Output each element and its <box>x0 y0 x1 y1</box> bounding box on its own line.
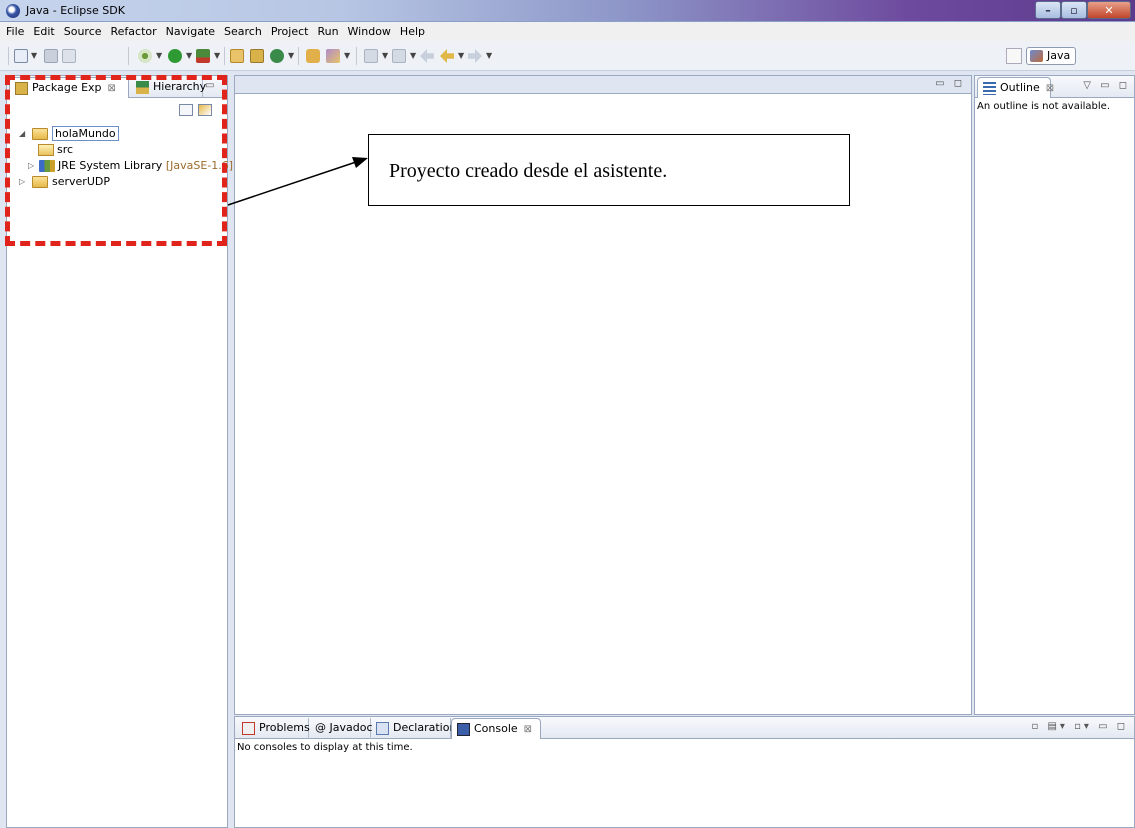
menu-window[interactable]: Window <box>348 25 391 38</box>
java-perspective-button[interactable]: Java <box>1026 47 1077 65</box>
window-controls: – ▫ ✕ <box>1035 1 1131 19</box>
chevron-down-icon[interactable]: ▼ <box>410 51 416 60</box>
outline-message: An outline is not available. <box>977 101 1110 112</box>
toolbar-separator <box>298 47 299 65</box>
close-icon[interactable]: ⊠ <box>524 724 532 735</box>
annotation-callout: Proyecto creado desde el asistente. <box>368 134 850 206</box>
toolbar-separator <box>8 47 9 65</box>
outline-view: Outline ⊠ ▽ ▭ ◻ An outline is not availab… <box>974 75 1135 715</box>
search-icon[interactable] <box>326 49 340 63</box>
outline-icon <box>983 82 996 95</box>
minimize-button[interactable]: – <box>1035 1 1061 19</box>
outline-view-controls[interactable]: ▽ ▭ ◻ <box>1083 80 1130 91</box>
save-icon[interactable] <box>44 49 58 63</box>
eclipse-icon <box>6 4 20 18</box>
next-annotation-icon[interactable] <box>364 49 378 63</box>
menu-refactor[interactable]: Refactor <box>111 25 157 38</box>
last-edit-icon[interactable] <box>420 49 434 63</box>
new-package-icon[interactable] <box>250 49 264 63</box>
menu-file[interactable]: File <box>6 25 24 38</box>
menu-navigate[interactable]: Navigate <box>166 25 215 38</box>
declaration-icon <box>376 722 389 735</box>
console-icon <box>457 723 470 736</box>
editor-tabbar: ▭ ◻ <box>235 76 971 94</box>
perspective-switcher: Java <box>1006 47 1077 65</box>
chevron-down-icon[interactable]: ▼ <box>156 51 162 60</box>
console-view-controls[interactable]: ▫ ▤▾ ▫▾ ▭ ◻ <box>1031 721 1128 732</box>
menu-source[interactable]: Source <box>64 25 102 38</box>
editor-view-controls[interactable]: ▭ ◻ <box>935 78 965 89</box>
close-button[interactable]: ✕ <box>1087 1 1131 19</box>
close-icon[interactable]: ⊠ <box>1046 83 1054 94</box>
problems-icon <box>242 722 255 735</box>
toolbar-separator <box>128 47 129 65</box>
menu-project[interactable]: Project <box>271 25 309 38</box>
chevron-down-icon[interactable]: ▼ <box>214 51 220 60</box>
menu-bar: File Edit Source Refactor Navigate Searc… <box>0 22 1135 41</box>
new-icon[interactable] <box>14 49 28 63</box>
menu-help[interactable]: Help <box>400 25 425 38</box>
window-titlebar: Java - Eclipse SDK – ▫ ✕ <box>0 0 1135 22</box>
previous-annotation-icon[interactable] <box>392 49 406 63</box>
tab-problems[interactable]: Problems <box>237 718 310 739</box>
debug-icon[interactable] <box>138 49 152 63</box>
tab-javadoc[interactable]: @ Javadoc <box>309 718 373 739</box>
outline-tabbar: Outline ⊠ ▽ ▭ ◻ <box>975 76 1134 98</box>
forward-icon[interactable] <box>468 49 482 63</box>
open-perspective-icon[interactable] <box>1006 48 1022 64</box>
chevron-down-icon[interactable]: ▼ <box>382 51 388 60</box>
window-title: Java - Eclipse SDK <box>26 4 125 17</box>
new-java-project-icon[interactable] <box>230 49 244 63</box>
chevron-down-icon[interactable]: ▼ <box>344 51 350 60</box>
chevron-down-icon[interactable]: ▼ <box>288 51 294 60</box>
back-icon[interactable] <box>440 49 454 63</box>
toolbar-separator <box>356 47 357 65</box>
tab-console[interactable]: Console ⊠ <box>451 718 541 739</box>
bottom-panel: Problems @ Javadoc Declaration Console ⊠ … <box>234 716 1135 828</box>
run-icon[interactable] <box>168 49 182 63</box>
chevron-down-icon[interactable]: ▼ <box>486 51 492 60</box>
menu-run[interactable]: Run <box>317 25 338 38</box>
annotation-highlight-box <box>5 75 227 246</box>
tab-declaration[interactable]: Declaration <box>371 718 456 739</box>
menu-search[interactable]: Search <box>224 25 262 38</box>
chevron-down-icon[interactable]: ▼ <box>458 51 464 60</box>
print-icon[interactable] <box>62 49 76 63</box>
new-class-icon[interactable] <box>270 49 284 63</box>
menu-edit[interactable]: Edit <box>33 25 54 38</box>
chevron-down-icon[interactable]: ▼ <box>31 51 37 60</box>
external-tools-icon[interactable] <box>196 49 210 63</box>
maximize-button[interactable]: ▫ <box>1061 1 1087 19</box>
chevron-down-icon[interactable]: ▼ <box>186 51 192 60</box>
console-message: No consoles to display at this time. <box>237 742 413 753</box>
main-toolbar: ▼ ▼ ▼ ▼ ▼ ▼ ▼ ▼ ▼ ▼ <box>0 41 1135 71</box>
bottom-tabbar: Problems @ Javadoc Declaration Console ⊠ … <box>235 717 1134 739</box>
tab-outline[interactable]: Outline ⊠ <box>977 77 1054 98</box>
toolbar-separator <box>224 47 225 65</box>
open-type-icon[interactable] <box>306 49 320 63</box>
